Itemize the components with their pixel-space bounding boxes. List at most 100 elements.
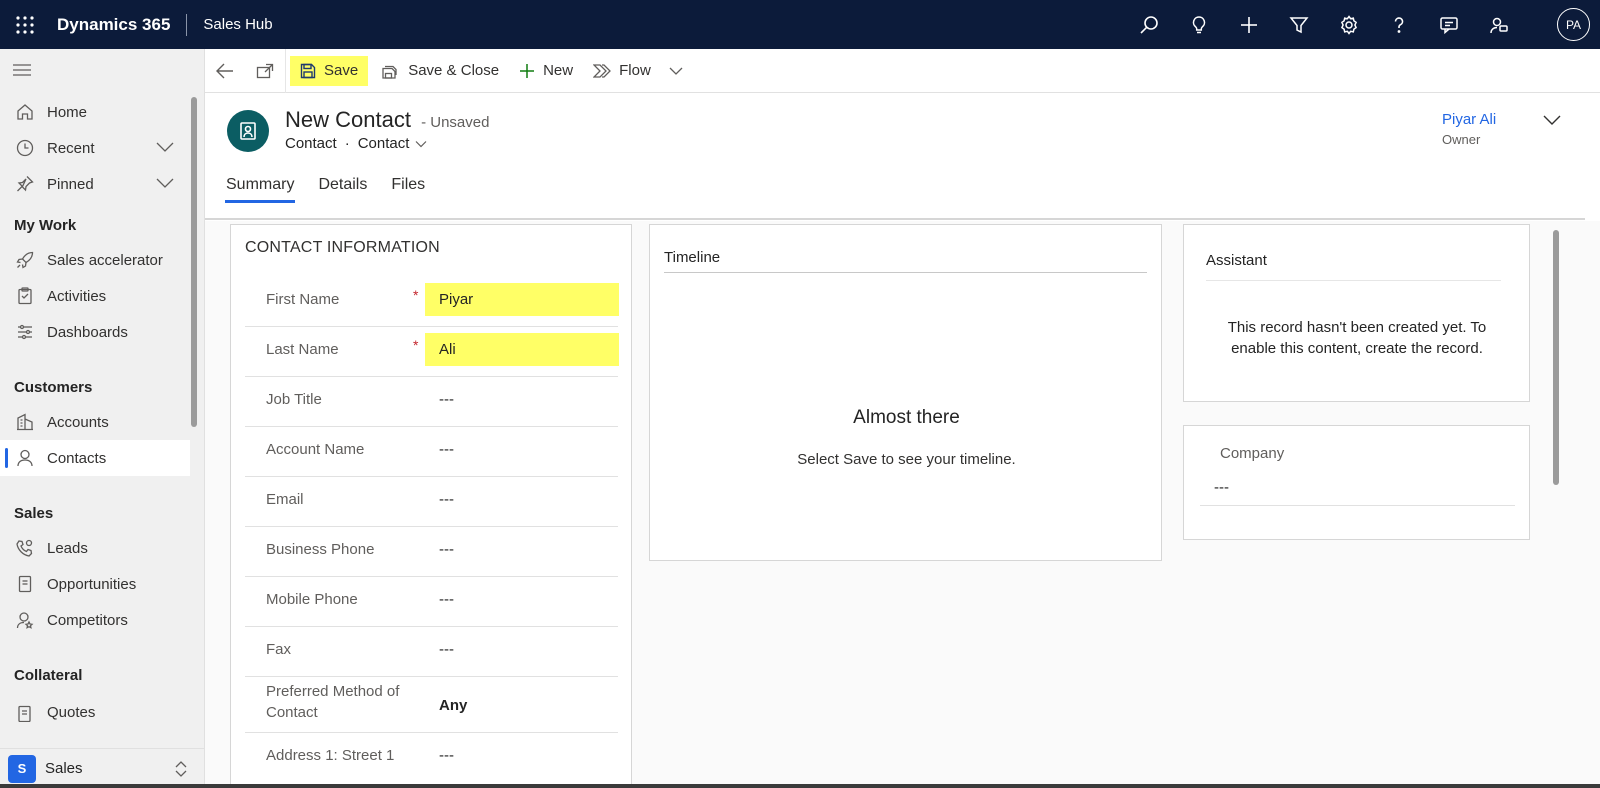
owner-label: Owner [1442,132,1481,147]
company-section: Company --- [1183,425,1530,540]
record-header: New Contact - Unsaved Contact · Contact … [205,93,1585,220]
back-arrow-icon[interactable] [205,49,245,93]
area-name[interactable]: Sales Hub [203,16,272,33]
sidebar-item-home[interactable]: Home [0,94,190,130]
business-phone-input[interactable]: --- [425,533,619,566]
fax-input[interactable]: --- [425,633,619,666]
save-button[interactable]: Save [290,55,369,86]
sidebar-item-competitors[interactable]: Competitors [0,602,190,638]
timeline-section: Timeline Almost there Select Save to see… [649,224,1162,561]
company-lookup[interactable]: --- [1214,479,1229,496]
sidebar-nav: Home Recent Pinned My Work Sales acceler… [0,94,190,722]
lightbulb-icon[interactable] [1174,0,1224,49]
email-input[interactable]: --- [425,483,619,516]
person-feedback-icon[interactable] [1474,0,1524,49]
address-street-1-input[interactable]: --- [425,739,619,772]
form-body: CONTACT INFORMATION First Name * Piyar L… [205,221,1600,788]
tab-summary[interactable]: Summary [225,173,296,203]
clipboard-icon [15,286,35,306]
sidebar-item-opportunities[interactable]: Opportunities [0,566,190,602]
top-navigation-bar: Dynamics 365 Sales Hub PA [0,0,1600,49]
field-address-street-1: Address 1: Street 1 --- [245,733,618,783]
sidebar-item-recent[interactable]: Recent [0,130,190,166]
group-title-collateral: Collateral [14,667,83,684]
document-icon [15,574,35,594]
gear-icon[interactable] [1324,0,1374,49]
save-and-close-label: Save & Close [408,62,500,79]
company-divider [1200,505,1515,506]
tab-details[interactable]: Details [317,173,368,203]
save-label: Save [324,62,359,79]
owner-link[interactable]: Piyar Ali [1442,111,1496,128]
search-icon[interactable] [1124,0,1174,49]
command-bar: Save Save & Close New Flow [205,48,1600,93]
app-launcher-icon[interactable] [0,0,49,49]
last-name-input[interactable]: Ali [425,333,619,366]
preferred-contact-method-select[interactable]: Any [425,689,619,722]
save-and-close-button[interactable]: Save & Close [372,56,509,86]
mobile-phone-input[interactable]: --- [425,583,619,616]
sidebar-item-pinned[interactable]: Pinned [0,166,190,202]
chat-icon[interactable] [1424,0,1474,49]
sidebar-item-sales-accelerator[interactable]: Sales accelerator [0,242,190,278]
timeline-divider [664,272,1147,273]
plus-icon[interactable] [1224,0,1274,49]
sidebar-item-dashboards[interactable]: Dashboards [0,314,190,350]
dashboard-icon [15,322,35,342]
phone-person-icon [15,538,35,558]
chevron-down-icon[interactable] [661,49,691,93]
chevron-down-icon[interactable] [156,176,174,193]
expand-header-chevron-icon[interactable] [1543,113,1561,131]
flow-button[interactable]: Flow [583,56,661,86]
subtitle-dot: · [344,135,350,152]
entity-name: Contact [285,135,337,152]
sidebar-scrollbar[interactable] [191,97,197,427]
sidebar-item-label: Home [47,103,88,121]
field-label: Preferred Method of Contact [266,683,400,721]
sidebar-item-label: Accounts [47,413,109,431]
plus-icon [519,63,535,79]
owner-field: Piyar Ali Owner [1442,111,1496,147]
new-label: New [543,62,574,79]
user-avatar[interactable]: PA [1557,8,1590,41]
area-switcher-label: Sales [45,760,83,777]
field-label: Account Name [266,441,365,458]
sidebar-item-label: Dashboards [47,323,128,341]
field-label: Email [266,491,304,508]
field-job-title: Job Title --- [245,377,618,427]
command-divider [285,48,286,93]
open-in-new-window-icon[interactable] [245,49,285,93]
sidebar-item-activities[interactable]: Activities [0,278,190,314]
chevron-down-icon[interactable] [156,140,174,157]
chevron-down-icon[interactable] [415,140,427,148]
group-title-sales: Sales [14,505,54,522]
job-title-input[interactable]: --- [425,383,619,416]
sidebar-item-accounts[interactable]: Accounts [0,404,190,440]
first-name-input[interactable]: Piyar [425,283,619,316]
help-icon[interactable] [1374,0,1424,49]
filter-icon[interactable] [1274,0,1324,49]
assistant-divider [1206,280,1501,281]
tab-files[interactable]: Files [390,173,426,203]
assistant-section: Assistant This record hasn't been create… [1183,224,1530,402]
assistant-message: This record hasn't been created yet. To … [1227,319,1487,357]
area-switcher[interactable]: S Sales [0,748,204,788]
account-name-lookup[interactable]: --- [425,433,619,466]
record-title-line: New Contact - Unsaved [285,107,489,133]
timeline-empty-heading: Almost there [853,407,960,428]
form-selector[interactable]: Contact [358,135,410,152]
new-button[interactable]: New [509,56,583,86]
save-icon [300,63,316,79]
group-title-my-work: My Work [14,217,77,234]
sidebar-item-label: Recent [47,139,95,157]
field-label: Last Name [266,341,339,358]
sidebar-item-contacts[interactable]: Contacts [0,440,190,476]
record-title: New Contact [285,107,411,132]
form-scrollbar[interactable] [1553,230,1559,485]
sidebar-item-quotes[interactable]: Quotes [0,692,190,722]
section-title: CONTACT INFORMATION [245,239,440,256]
hamburger-menu-icon[interactable] [13,63,31,82]
sidebar-item-label: Leads [47,539,88,557]
sidebar-item-leads[interactable]: Leads [0,530,190,566]
app-name[interactable]: Dynamics 365 [57,15,170,35]
